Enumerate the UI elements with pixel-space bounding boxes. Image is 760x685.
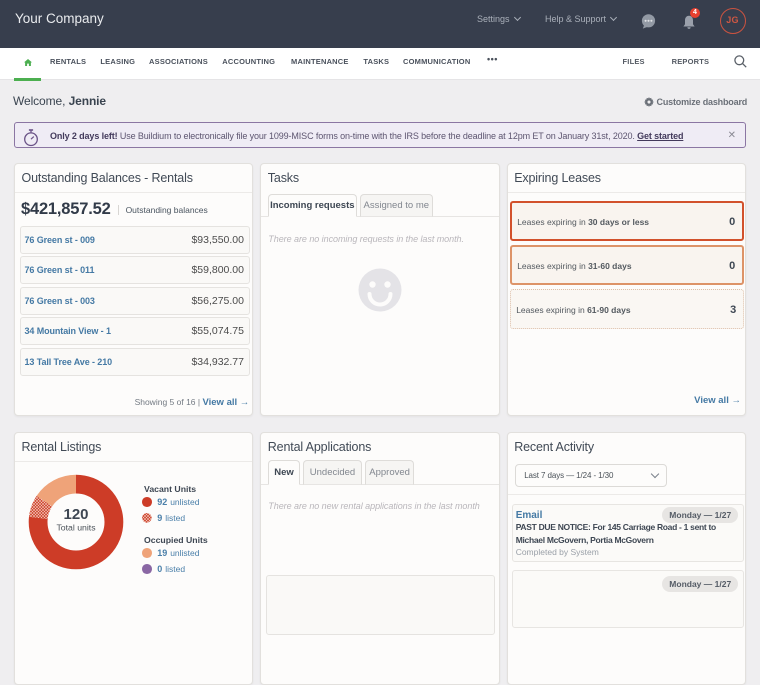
svg-text:Total units: Total units xyxy=(56,523,96,533)
svg-text:120: 120 xyxy=(63,506,88,523)
